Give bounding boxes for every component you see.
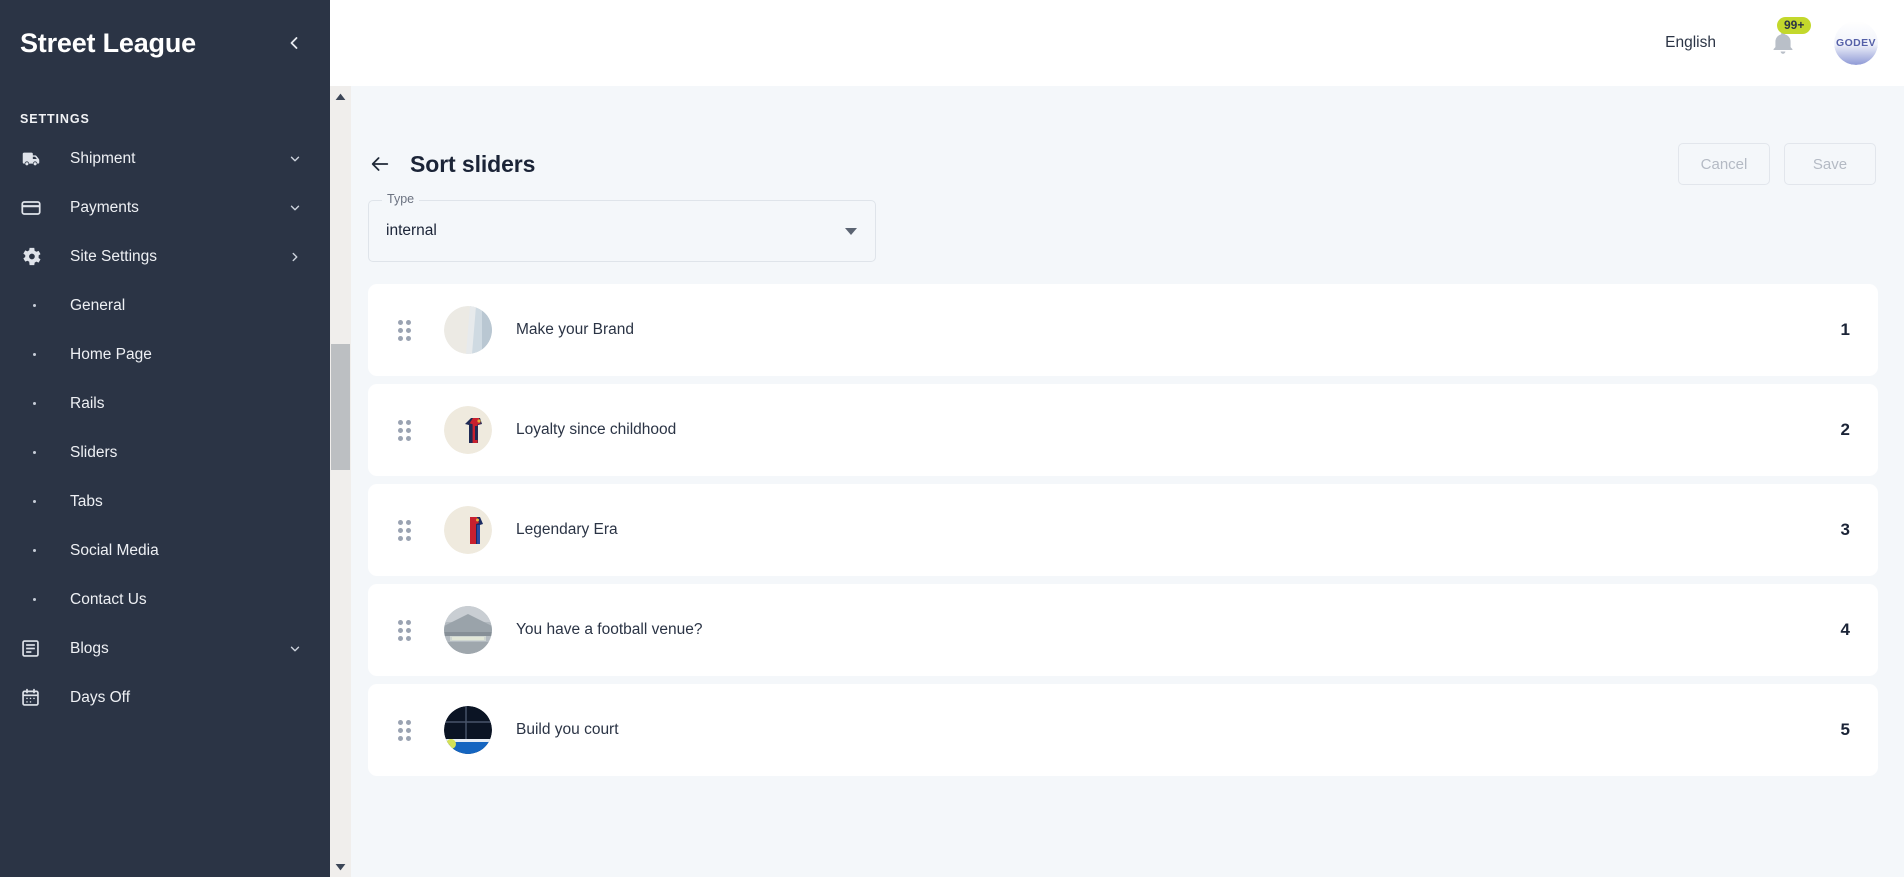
notification-badge: 99+: [1777, 17, 1812, 34]
table-row[interactable]: You have a football venue? 4: [368, 584, 1878, 676]
sidebar-item-sliders[interactable]: Sliders: [0, 428, 330, 477]
slider-order-index: 2: [1840, 420, 1850, 439]
sidebar-section-label: SETTINGS: [20, 112, 90, 126]
slider-order-index: 3: [1840, 520, 1850, 539]
sidebar-item-home-page[interactable]: Home Page: [0, 330, 330, 379]
language-selector[interactable]: English: [1665, 34, 1716, 52]
save-button[interactable]: Save: [1784, 143, 1876, 185]
sidebar-item-label: Sliders: [70, 443, 118, 461]
slider-title: You have a football venue?: [516, 621, 703, 638]
slider-title: Build you court: [516, 721, 619, 738]
sidebar-item-label: Site Settings: [70, 247, 158, 265]
sliders-sort-list: Make your Brand 1 Loyalty since childhoo…: [340, 284, 1878, 776]
brand-title: Street League: [20, 27, 196, 58]
table-row[interactable]: Make your Brand 1: [368, 284, 1878, 376]
table-row[interactable]: Loyalty since childhood 2: [368, 384, 1878, 476]
cancel-button[interactable]: Cancel: [1678, 143, 1770, 185]
sidebar-item-general[interactable]: General: [0, 281, 330, 330]
page-title-group: Sort sliders: [368, 151, 535, 178]
slider-order-index: 1: [1840, 320, 1850, 339]
sidebar-item-label: General: [70, 296, 126, 314]
article-icon: [20, 638, 48, 660]
type-select-row: Type internal: [340, 190, 1878, 262]
sidebar-item-label: Payments: [70, 198, 139, 216]
sidebar-item-shipment[interactable]: Shipment: [0, 134, 330, 183]
sidebar-item-label: Rails: [70, 394, 105, 412]
sidebar-item-payments[interactable]: Payments: [0, 183, 330, 232]
bullet-icon: [20, 598, 48, 601]
sidebar-item-site-settings[interactable]: Site Settings: [0, 232, 330, 281]
bullet-icon: [20, 500, 48, 503]
topbar: English 99+ GODEV: [330, 0, 1904, 86]
sidebar-item-rails[interactable]: Rails: [0, 379, 330, 428]
sidebar-item-label: Contact Us: [70, 590, 147, 608]
truck-icon: [20, 148, 48, 170]
slider-thumbnail: [444, 506, 492, 554]
calendar-icon: [20, 687, 48, 709]
scrollbar-thumb[interactable]: [331, 344, 350, 470]
sidebar-nav: SETTINGS Shipment Payments Site Settings…: [0, 86, 330, 877]
bullet-icon: [20, 353, 48, 356]
slider-thumbnail: [444, 406, 492, 454]
arrow-left-icon[interactable]: [368, 152, 392, 176]
slider-order-index: 5: [1840, 720, 1850, 739]
sidebar-item-days-off[interactable]: Days Off: [0, 673, 330, 722]
sidebar-item-tabs[interactable]: Tabs: [0, 477, 330, 526]
sidebar-collapse-button[interactable]: [280, 29, 308, 57]
page-header: Sort sliders Cancel Save: [340, 86, 1878, 190]
avatar[interactable]: GODEV: [1834, 21, 1878, 65]
chevron-down-icon: [288, 642, 302, 656]
svg-text:GODEV: GODEV: [1836, 37, 1876, 49]
sidebar-header: Street League: [0, 0, 330, 86]
scroll-up-arrow-icon[interactable]: [330, 86, 351, 107]
sidebar-item-social-media[interactable]: Social Media: [0, 526, 330, 575]
type-select[interactable]: Type internal: [368, 193, 876, 262]
bullet-icon: [20, 402, 48, 405]
drag-handle-icon[interactable]: [398, 619, 416, 641]
scroll-down-arrow-icon[interactable]: [330, 856, 351, 877]
sidebar-item-label: Home Page: [70, 345, 152, 363]
sidebar-item-contact-us[interactable]: Contact Us: [0, 575, 330, 624]
sidebar-item-label: Tabs: [70, 492, 103, 510]
type-select-value: internal: [386, 222, 437, 239]
chevron-down-icon: [288, 201, 302, 215]
drag-handle-icon[interactable]: [398, 419, 416, 441]
type-select-label: Type: [382, 193, 420, 206]
bullet-icon: [20, 549, 48, 552]
notifications-button[interactable]: 99+: [1766, 17, 1812, 60]
table-row[interactable]: Legendary Era 3: [368, 484, 1878, 576]
chevron-left-icon: [284, 33, 304, 53]
drag-handle-icon[interactable]: [398, 719, 416, 741]
drag-handle-icon[interactable]: [398, 319, 416, 341]
chevron-down-icon: [288, 152, 302, 166]
sidebar-item-label: Social Media: [70, 541, 159, 559]
app-root: Street League SETTINGS Shipment Payments…: [0, 0, 1904, 877]
gear-icon: [20, 246, 48, 268]
page-actions: Cancel Save: [1678, 143, 1878, 185]
content-area: Sort sliders Cancel Save Type internal M…: [330, 86, 1904, 877]
bullet-icon: [20, 304, 48, 307]
slider-order-index: 4: [1840, 620, 1850, 639]
sidebar-scrollbar[interactable]: [330, 86, 351, 877]
caret-down-icon: [845, 227, 857, 235]
credit-card-icon: [20, 197, 48, 219]
slider-thumbnail: [444, 606, 492, 654]
sidebar: Street League SETTINGS Shipment Payments…: [0, 0, 330, 877]
slider-title: Make your Brand: [516, 321, 635, 338]
sidebar-item-blogs[interactable]: Blogs: [0, 624, 330, 673]
main-area: English 99+ GODEV Sort sliders Cancel Sa…: [330, 0, 1904, 877]
page-title: Sort sliders: [410, 150, 536, 177]
slider-title: Loyalty since childhood: [516, 421, 677, 438]
sidebar-item-label: Shipment: [70, 149, 136, 167]
drag-handle-icon[interactable]: [398, 519, 416, 541]
bullet-icon: [20, 451, 48, 454]
slider-title: Legendary Era: [516, 521, 618, 538]
chevron-right-icon: [288, 250, 302, 264]
slider-thumbnail: [444, 706, 492, 754]
table-row[interactable]: Build you court 5: [368, 684, 1878, 776]
sidebar-item-label: Days Off: [70, 688, 131, 706]
sidebar-item-label: Blogs: [70, 639, 109, 657]
slider-thumbnail: [444, 306, 492, 354]
